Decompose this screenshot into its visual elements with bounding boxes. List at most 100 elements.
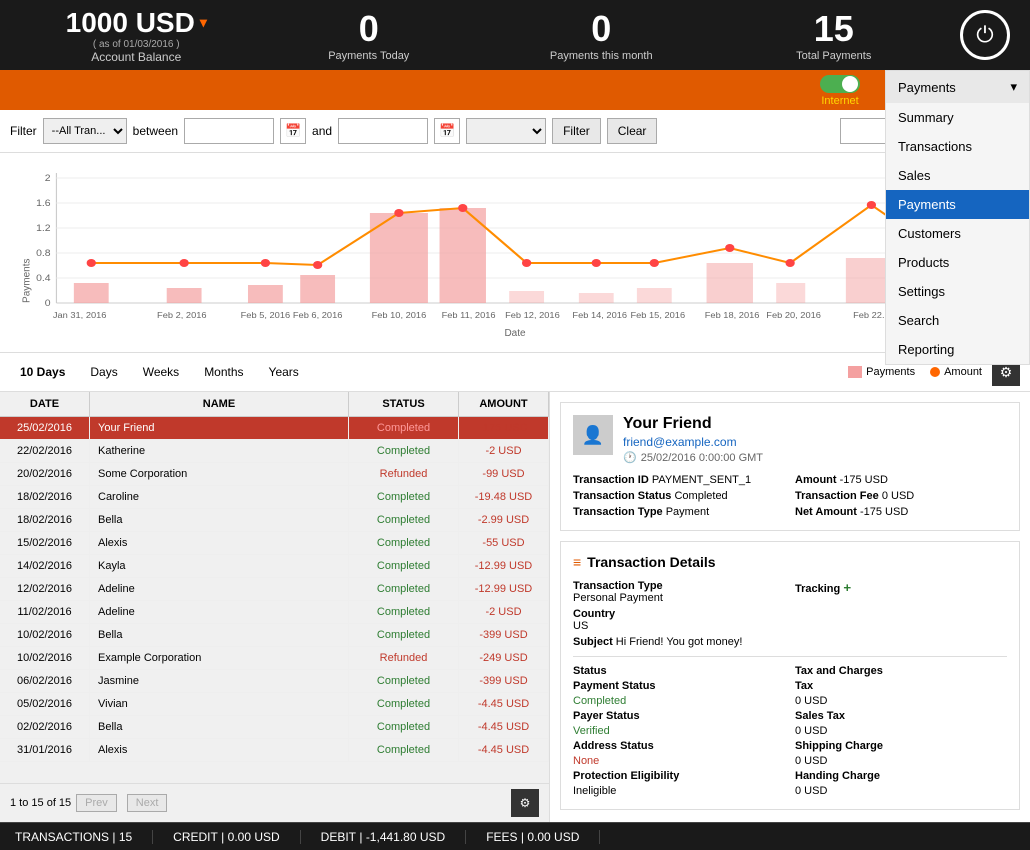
- power-button[interactable]: ⏻: [960, 10, 1010, 60]
- tracking-label: Tracking: [795, 583, 840, 595]
- table-row[interactable]: 15/02/2016 Alexis Completed -55 USD: [0, 532, 549, 555]
- clear-button[interactable]: Clear: [607, 118, 658, 144]
- field-handing-charge-label: Handing Charge: [795, 770, 1007, 782]
- table-row[interactable]: 10/02/2016 Example Corporation Refunded …: [0, 647, 549, 670]
- next-button[interactable]: Next: [127, 794, 168, 812]
- table-row[interactable]: 02/02/2016 Bella Completed -4.45 USD: [0, 716, 549, 739]
- cell-name: Bella: [90, 624, 349, 646]
- svg-text:Feb 11, 2016: Feb 11, 2016: [442, 311, 496, 320]
- date-from-input[interactable]: [184, 118, 274, 144]
- nav-item-search[interactable]: Search: [886, 306, 1029, 335]
- net-amount-value: -175 USD: [860, 506, 908, 518]
- protection-value: Ineligible: [573, 785, 785, 797]
- table-row[interactable]: 12/02/2016 Adeline Completed -12.99 USD: [0, 578, 549, 601]
- internet-toggle[interactable]: Internet: [820, 75, 860, 107]
- cell-name: Alexis: [90, 739, 349, 761]
- table-row[interactable]: 22/02/2016 Katherine Completed -2 USD: [0, 440, 549, 463]
- table-row[interactable]: 18/02/2016 Bella Completed -2.99 USD: [0, 509, 549, 532]
- field-amount: Amount -175 USD: [795, 474, 1007, 486]
- toggle-switch[interactable]: [820, 75, 860, 93]
- cell-status: Completed: [349, 509, 459, 531]
- tab-10days[interactable]: 10 Days: [10, 362, 75, 382]
- nav-item-products[interactable]: Products: [886, 248, 1029, 277]
- legend-payments: Payments: [848, 366, 915, 378]
- svg-text:0.4: 0.4: [36, 274, 51, 284]
- nav-item-transactions[interactable]: Transactions: [886, 132, 1029, 161]
- footer-bar: TRANSACTIONS | 15 CREDIT | 0.00 USD DEBI…: [0, 822, 1030, 850]
- details-icon: ≡: [573, 554, 581, 570]
- field-shipping-charge-label: Shipping Charge: [795, 740, 1007, 752]
- nav-item-settings[interactable]: Settings: [886, 277, 1029, 306]
- table-row[interactable]: 25/02/2016 Your Friend Completed -175 US…: [0, 417, 549, 440]
- cell-date: 14/02/2016: [0, 555, 90, 577]
- footer-fees-label: FEES: [486, 830, 517, 844]
- balance-amount-display: 1000 USD ▾: [20, 7, 253, 39]
- nav-dropdown-header[interactable]: Payments ▾: [886, 71, 1029, 103]
- cell-amount: -4.45 USD: [459, 693, 549, 715]
- nav-item-sales[interactable]: Sales: [886, 161, 1029, 190]
- svg-text:Feb 14, 2016: Feb 14, 2016: [572, 311, 627, 320]
- nav-item-reporting[interactable]: Reporting: [886, 335, 1029, 364]
- address-status-label: Address Status: [573, 740, 654, 752]
- sales-tax-label: Sales Tax: [795, 710, 845, 722]
- payments-month-section: 0 Payments this month: [485, 8, 718, 62]
- field-tx-type: Transaction Type Personal Payment: [573, 580, 785, 604]
- calendar-to-button[interactable]: 📅: [434, 118, 460, 144]
- cell-amount: -19.48 USD: [459, 486, 549, 508]
- balance-section: 1000 USD ▾ ( as of 01/03/2016 ) Account …: [20, 7, 253, 64]
- filter-extra-select[interactable]: [466, 118, 546, 144]
- cell-amount: -399 USD: [459, 624, 549, 646]
- svg-text:Feb 6, 2016: Feb 6, 2016: [293, 311, 343, 320]
- table-header: DATE NAME STATUS AMOUNT: [0, 392, 549, 417]
- field-payer-status-label: Payer Status: [573, 710, 785, 722]
- filter-button[interactable]: Filter: [552, 118, 601, 144]
- filter-type-select[interactable]: --All Tran...: [43, 118, 127, 144]
- tab-years[interactable]: Years: [259, 362, 309, 382]
- svg-text:2: 2: [45, 174, 51, 184]
- table-row[interactable]: 18/02/2016 Caroline Completed -19.48 USD: [0, 486, 549, 509]
- table-row[interactable]: 31/01/2016 Alexis Completed -4.45 USD: [0, 739, 549, 762]
- tracking-add-button[interactable]: +: [843, 580, 851, 595]
- cell-name: Some Corporation: [90, 463, 349, 485]
- table-row[interactable]: 05/02/2016 Vivian Completed -4.45 USD: [0, 693, 549, 716]
- legend-amount: Amount: [930, 366, 982, 378]
- prev-button[interactable]: Prev: [76, 794, 117, 812]
- status-header: Status: [573, 665, 785, 677]
- nav-item-customers[interactable]: Customers: [886, 219, 1029, 248]
- export-button[interactable]: ⚙: [511, 789, 539, 817]
- payment-header: 👤 Your Friend friend@example.com 🕐 25/02…: [573, 415, 1007, 464]
- calendar-from-button[interactable]: 📅: [280, 118, 306, 144]
- table-row[interactable]: 10/02/2016 Bella Completed -399 USD: [0, 624, 549, 647]
- toggle-knob: [842, 76, 858, 92]
- payer-status-label: Payer Status: [573, 710, 640, 722]
- date-to-input[interactable]: [338, 118, 428, 144]
- field-transaction-type: Transaction Type Payment: [573, 506, 785, 518]
- cell-status: Completed: [349, 417, 459, 439]
- table-row[interactable]: 20/02/2016 Some Corporation Refunded -99…: [0, 463, 549, 486]
- nav-item-summary[interactable]: Summary: [886, 103, 1029, 132]
- table-row[interactable]: 11/02/2016 Adeline Completed -2 USD: [0, 601, 549, 624]
- payments-month-label: Payments this month: [485, 50, 718, 62]
- table-row[interactable]: 06/02/2016 Jasmine Completed -399 USD: [0, 670, 549, 693]
- contact-email[interactable]: friend@example.com: [623, 435, 763, 449]
- balance-dropdown-icon[interactable]: ▾: [200, 14, 207, 31]
- transaction-details-title: ≡ Transaction Details: [573, 554, 1007, 570]
- pagination-bar: 1 to 15 of 15 Prev Next ⚙: [0, 783, 549, 822]
- tab-months[interactable]: Months: [194, 362, 253, 382]
- col-date: DATE: [0, 392, 90, 416]
- tab-days[interactable]: Days: [80, 362, 127, 382]
- country-value: US: [573, 620, 588, 632]
- footer-credit-label: CREDIT: [173, 830, 218, 844]
- nav-item-payments[interactable]: Payments: [886, 190, 1029, 219]
- payer-status-value: Verified: [573, 725, 785, 737]
- cell-status: Completed: [349, 739, 459, 761]
- payments-today-label: Payments Today: [253, 50, 486, 62]
- handing-charge-value: 0 USD: [795, 785, 1007, 797]
- transaction-status-label: Transaction Status: [573, 490, 671, 502]
- tx-detail-fields: Transaction Type Personal Payment Tracki…: [573, 580, 1007, 648]
- between-label: between: [133, 124, 178, 138]
- tab-weeks[interactable]: Weeks: [133, 362, 189, 382]
- svg-text:Feb 12, 2016: Feb 12, 2016: [505, 311, 560, 320]
- handing-charge-label: Handing Charge: [795, 770, 880, 782]
- table-row[interactable]: 14/02/2016 Kayla Completed -12.99 USD: [0, 555, 549, 578]
